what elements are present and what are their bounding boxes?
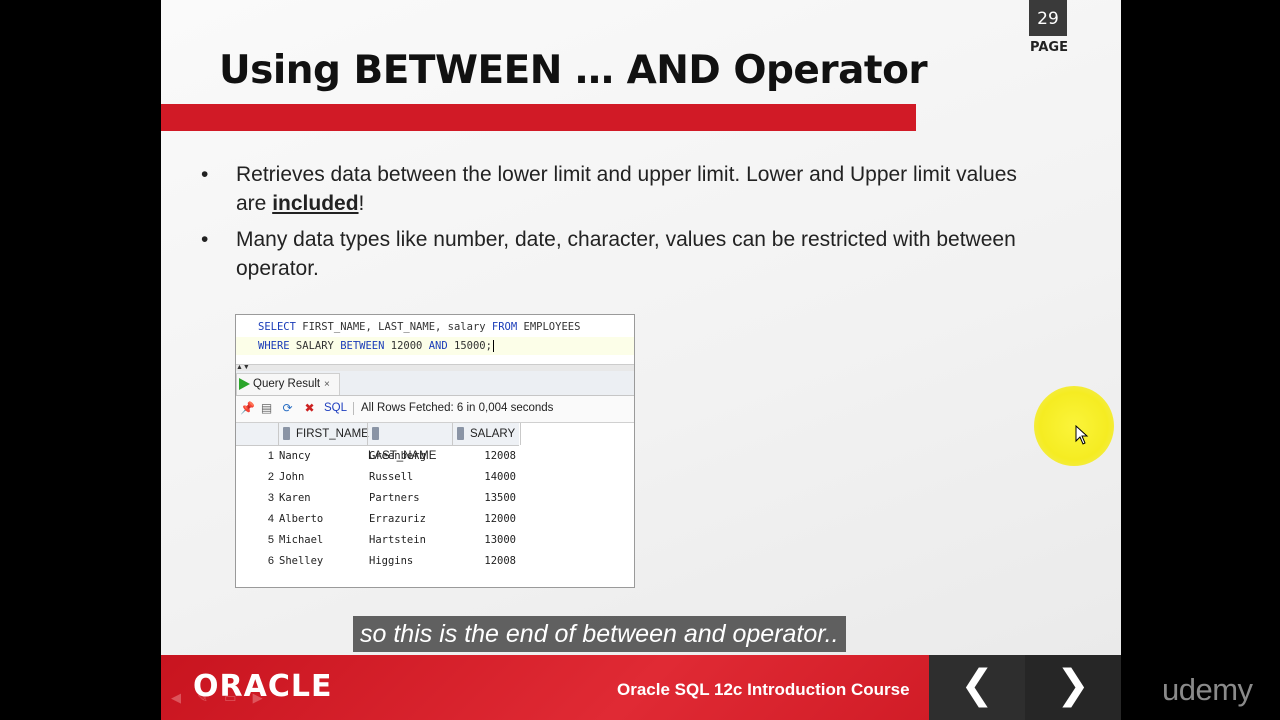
table-row[interactable]: 3 Karen Partners 13500 [236, 488, 519, 509]
result-tab-bar: Query Result × [236, 371, 634, 396]
slide: 29 PAGE Using BETWEEN … AND Operator • R… [161, 0, 1121, 720]
bullet-dot: • [201, 228, 209, 251]
cell-salary: 12000 [484, 513, 516, 525]
table-row[interactable]: 1 Nancy Greenberg 12008 [236, 446, 519, 467]
row-number: 5 [267, 534, 274, 546]
tab-query-result[interactable]: Query Result × [236, 373, 340, 395]
bullet-text: Many data types like number, date, chara… [236, 228, 1016, 280]
column-header-first-name[interactable]: FIRST_NAME [278, 423, 369, 445]
cell-last-name: Hartstein [369, 534, 426, 546]
cell-salary: 13500 [484, 492, 516, 504]
slide-footer: ◀ ✎ ▭ ▶ ORACLE Oracle SQL 12c Introducti… [161, 655, 1121, 720]
row-number: 4 [267, 513, 274, 525]
split-arrows-icon: ▲▼ [236, 364, 250, 371]
table-row[interactable]: 4 Alberto Errazuriz 12000 [236, 509, 519, 530]
cell-last-name: Russell [369, 471, 414, 483]
sort-icon [372, 427, 379, 441]
udemy-watermark: udemy [1162, 672, 1253, 707]
cell-last-name: Greenberg [369, 450, 426, 462]
sql-line-2: WHERE SALARY BETWEEN 12000 AND 15000; [236, 337, 634, 355]
grid-header: FIRST_NAME LAST_NAME SALARY [236, 423, 521, 462]
fetch-status: All Rows Fetched: 6 in 0,004 seconds [361, 402, 554, 414]
table-row[interactable]: 5 Michael Hartstein 13000 [236, 530, 519, 551]
cell-salary: 14000 [484, 471, 516, 483]
table-row[interactable]: 6 Shelley Higgins 12008 [236, 551, 519, 572]
cell-salary: 12008 [484, 450, 516, 462]
cell-first-name: John [279, 471, 305, 483]
toolbar-divider [353, 402, 354, 415]
cell-salary: 13000 [484, 534, 516, 546]
cell-last-name: Errazuriz [369, 513, 426, 525]
pin-icon[interactable]: 📌 [240, 401, 255, 416]
cell-first-name: Shelley [279, 555, 324, 567]
mouse-pointer-icon [1075, 425, 1089, 445]
sql-link[interactable]: SQL [324, 402, 347, 414]
cell-first-name: Nancy [279, 450, 311, 462]
previous-slide-button[interactable]: ❮ [929, 655, 1025, 720]
bullet-text: Retrieves data between the lower limit a… [236, 163, 1017, 215]
sql-developer-screenshot: SELECT FIRST_NAME, LAST_NAME, salary FRO… [235, 314, 635, 588]
cell-first-name: Alberto [279, 513, 324, 525]
bullet-item: • Many data types like number, date, cha… [201, 225, 1031, 283]
row-number: 1 [267, 450, 274, 462]
result-toolbar: 📌 ▤ ⟳ ✖ SQL All Rows Fetched: 6 in 0,004… [236, 396, 634, 423]
table-row[interactable]: 2 John Russell 14000 [236, 467, 519, 488]
cell-last-name: Higgins [369, 555, 414, 567]
sort-icon [457, 427, 464, 441]
bullet-dot: • [201, 163, 209, 186]
row-number: 6 [267, 555, 274, 567]
sql-editor[interactable]: SELECT FIRST_NAME, LAST_NAME, salary FRO… [236, 315, 634, 363]
bullet-item: • Retrieves data between the lower limit… [201, 160, 1031, 218]
title-underline-bar [161, 104, 916, 131]
slide-title: Using BETWEEN … AND Operator [219, 48, 928, 93]
chevron-left-icon: ❮ [960, 662, 994, 708]
cell-last-name: Partners [369, 492, 420, 504]
result-grid: FIRST_NAME LAST_NAME SALARY 1 Nancy Greenb… [236, 423, 521, 572]
cell-salary: 12008 [484, 555, 516, 567]
column-header-last-name[interactable]: LAST_NAME [367, 423, 452, 462]
emphasis-included: included [272, 192, 359, 215]
cursor-highlight [1034, 386, 1114, 466]
close-tab-icon[interactable]: × [324, 374, 330, 395]
cell-first-name: Michael [279, 534, 324, 546]
sort-icon [283, 427, 290, 441]
subtitle-caption: so this is the end of between and operat… [353, 616, 846, 652]
sql-line-1: SELECT FIRST_NAME, LAST_NAME, salary FRO… [258, 321, 581, 333]
course-title: Oracle SQL 12c Introduction Course [617, 680, 910, 699]
column-header-salary[interactable]: SALARY [452, 423, 521, 445]
run-triangle-icon [239, 378, 250, 390]
bullet-list: • Retrieves data between the lower limit… [201, 160, 1031, 290]
splitter-handle[interactable]: ▲▼ [236, 364, 634, 371]
cell-first-name: Karen [279, 492, 311, 504]
refresh-icon[interactable]: ⟳ [280, 401, 295, 416]
row-number: 3 [267, 492, 274, 504]
row-number: 2 [267, 471, 274, 483]
next-slide-button[interactable]: ❯ [1025, 655, 1121, 720]
cancel-query-icon[interactable]: ✖ [302, 401, 317, 416]
oracle-logo: ORACLE [193, 669, 333, 704]
page-number: 29 [1029, 0, 1067, 36]
page-label: PAGE [1030, 40, 1068, 55]
print-icon[interactable]: ▤ [259, 401, 274, 416]
chevron-right-icon: ❯ [1056, 662, 1090, 708]
